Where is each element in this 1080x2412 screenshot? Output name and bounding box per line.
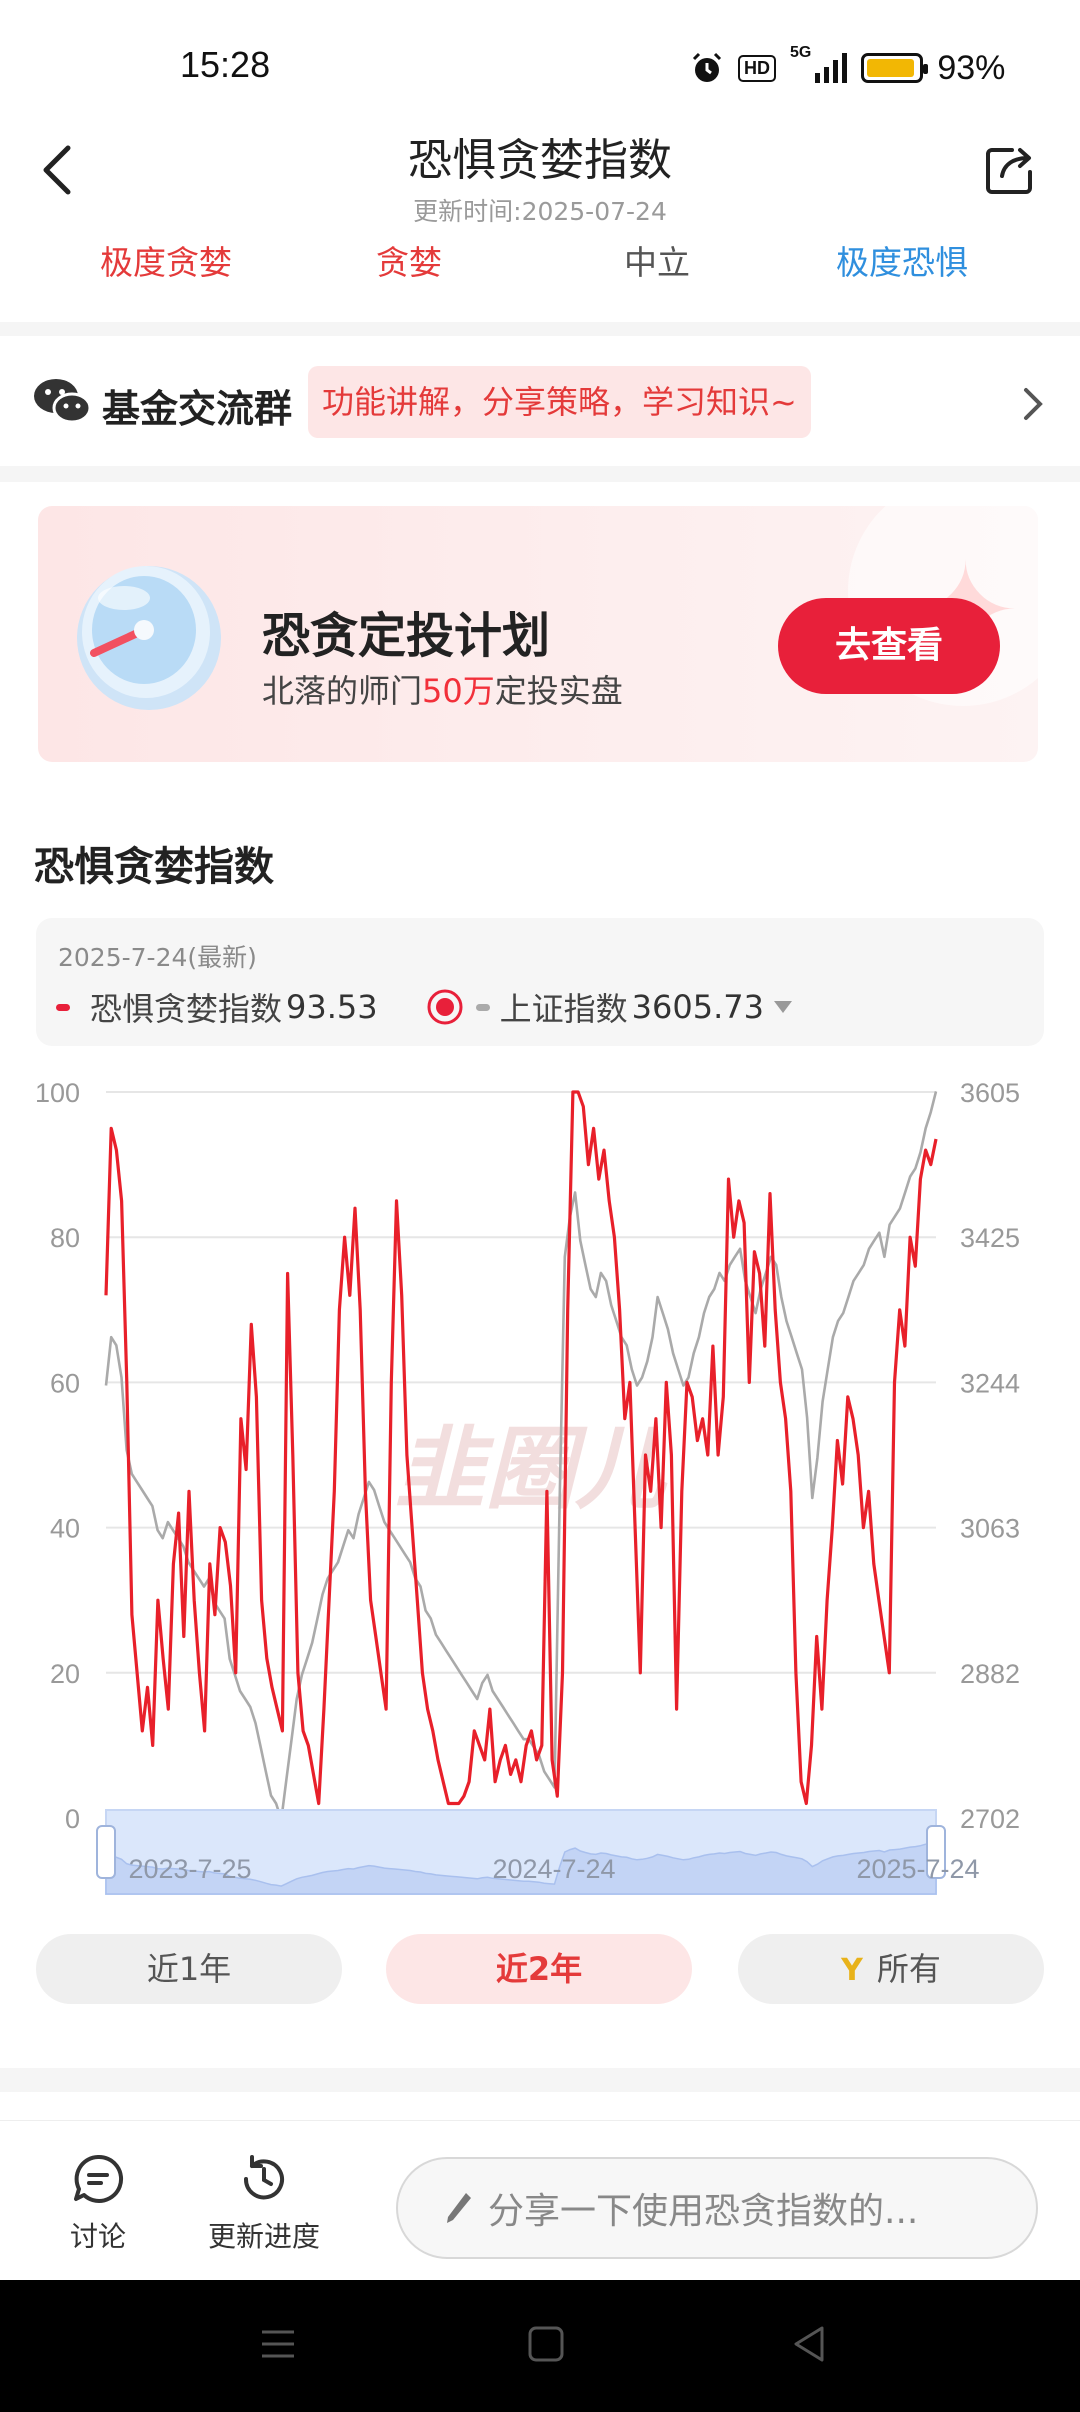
menu-icon[interactable] xyxy=(258,2324,298,2364)
banner-title: 恐贪定投计划 xyxy=(262,608,551,664)
comment-input[interactable]: 分享一下使用恐贪指数的... xyxy=(396,2157,1038,2259)
page-title: 恐惧贪婪指数 xyxy=(408,135,672,186)
battery-icon xyxy=(861,53,929,83)
pencil-icon xyxy=(447,2193,471,2223)
range-all-label: 所有 xyxy=(876,1950,941,1988)
y-right-tick-label: 3425 xyxy=(960,1223,1020,1253)
status-time: 15:28 xyxy=(180,44,271,85)
info-date: 2025-7-24(最新) xyxy=(58,943,257,972)
level-neutral: 中立 xyxy=(624,243,690,282)
update-progress-button[interactable]: 更新进度 xyxy=(194,2151,334,2255)
view-plan-button[interactable]: 去查看 xyxy=(778,598,1000,694)
bottom-action-bar: 讨论 更新进度 分享一下使用恐贪指数的... xyxy=(0,2120,1080,2280)
y-left-tick-label: 80 xyxy=(50,1223,80,1253)
zoom-slider[interactable]: 2023-7-25 2024-7-24 2025-7-24 xyxy=(96,1809,980,1895)
x-axis-label: 2023-7-25 xyxy=(128,1854,251,1884)
y-right-tick-label: 3244 xyxy=(960,1368,1020,1398)
triangle-down-icon[interactable] xyxy=(772,999,794,1015)
home-icon[interactable] xyxy=(526,2324,566,2364)
x-axis-label: 2024-7-24 xyxy=(492,1854,615,1884)
radio-selected-icon[interactable] xyxy=(426,988,464,1026)
chevron-right-icon[interactable] xyxy=(1018,384,1048,424)
update-time: 更新时间:2025-07-24 xyxy=(413,197,667,226)
range-1y-button[interactable]: 近1年 xyxy=(36,1934,342,2004)
chart-watermark: 韭圈儿 xyxy=(395,1420,668,1520)
divider xyxy=(0,2068,1080,2092)
y-left-tick-label: 20 xyxy=(50,1659,80,1689)
y-right-tick-label: 3063 xyxy=(960,1514,1020,1544)
y-left-tick-label: 40 xyxy=(50,1514,80,1544)
discuss-label: 讨论 xyxy=(69,2220,126,2253)
legend-marker-sse xyxy=(475,1003,490,1011)
status-icons: HD 5G 93% xyxy=(690,44,1005,92)
system-navigation-bar xyxy=(0,2280,1080,2412)
battery-fill xyxy=(867,59,914,77)
banner-highlight: 50万 xyxy=(422,672,495,710)
divider xyxy=(0,322,1080,336)
y-left-tick-label: 100 xyxy=(35,1078,80,1108)
legend-marker-fear-greed xyxy=(56,1003,70,1011)
alarm-icon xyxy=(692,52,722,82)
info-values: 恐惧贪婪指数 93.53 上证指数 3605.73 xyxy=(56,984,794,1030)
y-right-tick-label: 2702 xyxy=(960,1804,1020,1834)
back-nav-icon[interactable] xyxy=(790,2324,830,2364)
update-label: 更新进度 xyxy=(207,2220,320,2253)
network-label: 5G xyxy=(790,44,812,61)
banner-subtitle: 北落的师门50万定投实盘 xyxy=(262,672,623,710)
range-2y-button[interactable]: 近2年 xyxy=(386,1934,692,2004)
history-icon xyxy=(243,2155,284,2200)
level-extreme-fear: 极度恐惧 xyxy=(836,243,968,282)
y-left-tick-label: 60 xyxy=(50,1368,80,1398)
wechat-icon xyxy=(34,379,92,424)
hd-badge: HD xyxy=(738,54,776,82)
divider xyxy=(0,466,1080,482)
signal-icon xyxy=(815,53,848,83)
dca-plan-banner[interactable]: ✦ 恐贪定投计划 北落的师门50万定投实盘 去查看 xyxy=(38,506,1038,762)
level-extreme-greed: 极度贪婪 xyxy=(100,243,232,282)
x-axis-label: 2025-7-24 xyxy=(856,1854,979,1884)
chart-tooltip-box: 2025-7-24(最新) 恐惧贪婪指数 93.53 上证指数 3605.73 xyxy=(36,918,1044,1046)
comment-placeholder: 分享一下使用恐贪指数的... xyxy=(488,2191,919,2232)
group-title[interactable]: 基金交流群 xyxy=(102,378,292,433)
legend-label-fear-greed: 恐惧贪婪指数 xyxy=(90,990,283,1028)
share-icon[interactable] xyxy=(982,142,1038,198)
y-right-tick-label: 3605 xyxy=(960,1078,1020,1108)
y-axis-right: 3605 3425 3244 3063 2882 2702 xyxy=(960,1078,1020,1834)
vip-crown-icon: Y xyxy=(841,1953,863,1988)
level-greed: 贪婪 xyxy=(376,243,442,282)
discuss-button[interactable]: 讨论 xyxy=(28,2151,168,2255)
comment-icon xyxy=(74,2154,124,2203)
range-all-button[interactable]: Y 所有 xyxy=(738,1934,1044,2004)
legend-label-sse: 上证指数 xyxy=(499,990,628,1028)
legend-value-fear-greed: 93.53 xyxy=(286,988,378,1026)
y-right-tick-label: 2882 xyxy=(960,1659,1020,1689)
y-axis-left: 100 80 60 40 20 0 xyxy=(35,1078,80,1834)
zoom-handle-left[interactable] xyxy=(96,1825,116,1879)
battery-percent: 93% xyxy=(937,48,1006,87)
section-title: 恐惧贪婪指数 xyxy=(34,844,274,890)
y-left-tick-label: 0 xyxy=(65,1804,80,1834)
gauge-icon xyxy=(77,566,221,710)
group-tag[interactable]: 功能讲解，分享策略，学习知识~ xyxy=(308,366,811,438)
legend-value-sse: 3605.73 xyxy=(631,988,764,1026)
fear-greed-chart[interactable]: 韭圈儿 100 80 60 40 20 0 3605 3425 3244 3063 2882 270… xyxy=(0,1060,1080,1900)
